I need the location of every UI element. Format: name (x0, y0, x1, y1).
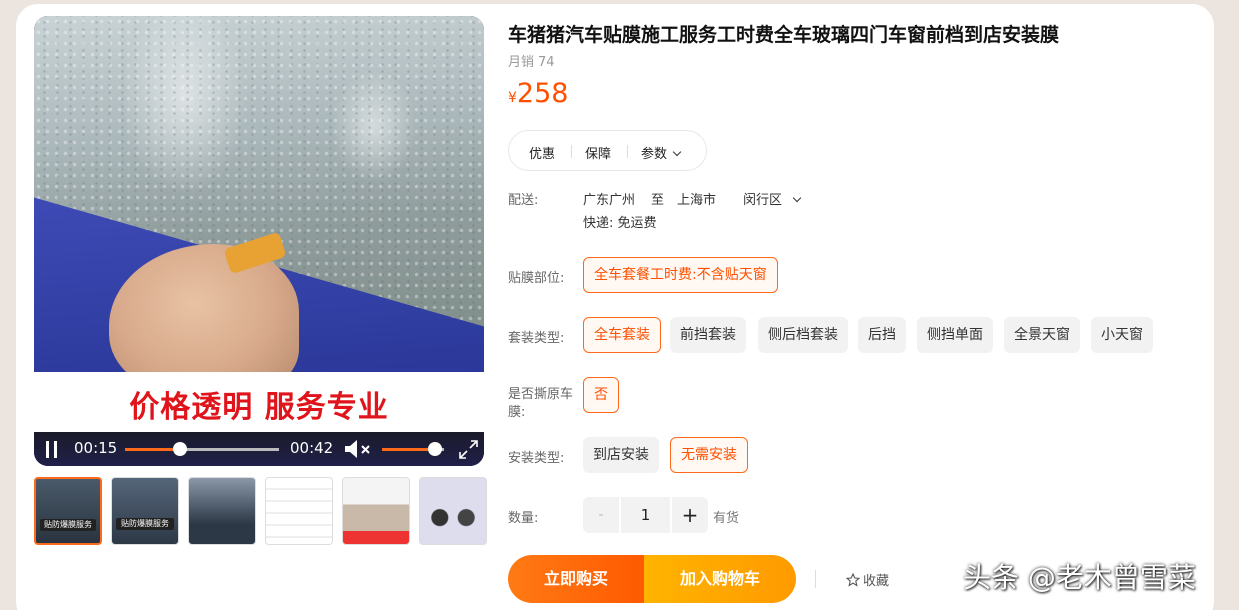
option-package[interactable]: 侧挡单面 (917, 317, 993, 353)
mute-icon[interactable] (343, 438, 373, 460)
video-player[interactable]: 价格透明 服务专业 00:15 00:42 (34, 16, 484, 466)
option-package[interactable]: 全景天窗 (1004, 317, 1080, 353)
option-install[interactable]: 到店安装 (583, 437, 659, 473)
option-package[interactable]: 侧后档套装 (758, 317, 848, 353)
thumbnail-3[interactable] (188, 477, 256, 545)
pause-icon[interactable] (45, 441, 59, 458)
stock-status: 有货 (713, 511, 740, 526)
option-install[interactable]: 无需安装 (670, 437, 748, 473)
option-position[interactable]: 全车套餐工时费:不含贴天窗 (583, 257, 778, 293)
option-tear-film[interactable]: 否 (583, 377, 619, 413)
ship-to-word: 至 (651, 193, 665, 208)
tab-guarantee[interactable]: 保障 (585, 143, 611, 162)
video-caption: 价格透明 服务专业 (129, 390, 389, 425)
ship-district[interactable]: 闵行区 (743, 189, 802, 208)
option-package[interactable]: 后挡 (858, 317, 906, 353)
position-label: 贴膜部位: (508, 271, 565, 286)
thumbnail-strip: 贴防爆膜服务 贴防爆膜服务 (34, 477, 487, 547)
option-package[interactable]: 全车套装 (583, 317, 661, 353)
fullscreen-icon[interactable] (458, 439, 479, 460)
option-package[interactable]: 前挡套装 (670, 317, 746, 353)
shipping-fee: 快递: 免运费 (583, 216, 657, 231)
tab-promo[interactable]: 优惠 (529, 143, 555, 162)
thumbnail-6[interactable] (419, 477, 487, 545)
tab-params[interactable]: 参数 (641, 143, 682, 162)
package-label: 套装类型: (508, 331, 565, 346)
price: ¥258 (508, 78, 568, 109)
price-value: 258 (516, 78, 569, 109)
seek-bar[interactable] (125, 442, 279, 456)
info-tabs: 优惠 保障 参数 (508, 130, 707, 171)
video-frame (34, 16, 484, 466)
thumbnail-5[interactable] (342, 477, 410, 545)
product-title: 车猪猪汽车贴膜施工服务工时费全车玻璃四门车窗前档到店安装膜 (508, 24, 1060, 46)
shipping-label: 配送: (508, 193, 539, 208)
ship-city[interactable]: 上海市 (677, 189, 716, 208)
quantity-input[interactable]: 1 (621, 497, 670, 533)
star-icon (846, 573, 860, 587)
thumbnail-4[interactable] (265, 477, 333, 545)
tear-film-label: 是否撕原车膜: (508, 387, 574, 420)
quantity-decrease-button[interactable]: - (583, 497, 619, 533)
total-time: 00:42 (290, 439, 334, 457)
quantity-label: 数量: (508, 511, 539, 526)
favorite-button[interactable]: 收藏 (846, 570, 889, 589)
video-caption-banner: 价格透明 服务专业 (34, 372, 484, 432)
volume-handle[interactable] (427, 442, 442, 456)
video-controls: 00:15 00:42 (34, 432, 484, 466)
current-time: 00:15 (74, 439, 118, 457)
price-currency: ¥ (508, 90, 517, 106)
seek-handle[interactable] (173, 442, 188, 456)
thumbnail-1[interactable]: 贴防爆膜服务 (34, 477, 102, 545)
thumbnail-2[interactable]: 贴防爆膜服务 (111, 477, 179, 545)
quantity-stepper: - 1 + (583, 497, 708, 533)
add-to-cart-button[interactable]: 加入购物车 (644, 555, 796, 603)
chevron-down-icon (792, 193, 802, 203)
chevron-down-icon (672, 147, 682, 157)
quantity-increase-button[interactable]: + (672, 497, 708, 533)
monthly-sales: 月销 74 (508, 55, 555, 70)
ship-from: 广东广州 (583, 193, 636, 208)
buy-now-button[interactable]: 立即购买 (508, 555, 644, 603)
volume-slider[interactable] (382, 442, 444, 456)
watermark: 头条 @老木曾雪菜 (963, 561, 1196, 594)
install-label: 安装类型: (508, 451, 565, 466)
option-package[interactable]: 小天窗 (1091, 317, 1153, 353)
